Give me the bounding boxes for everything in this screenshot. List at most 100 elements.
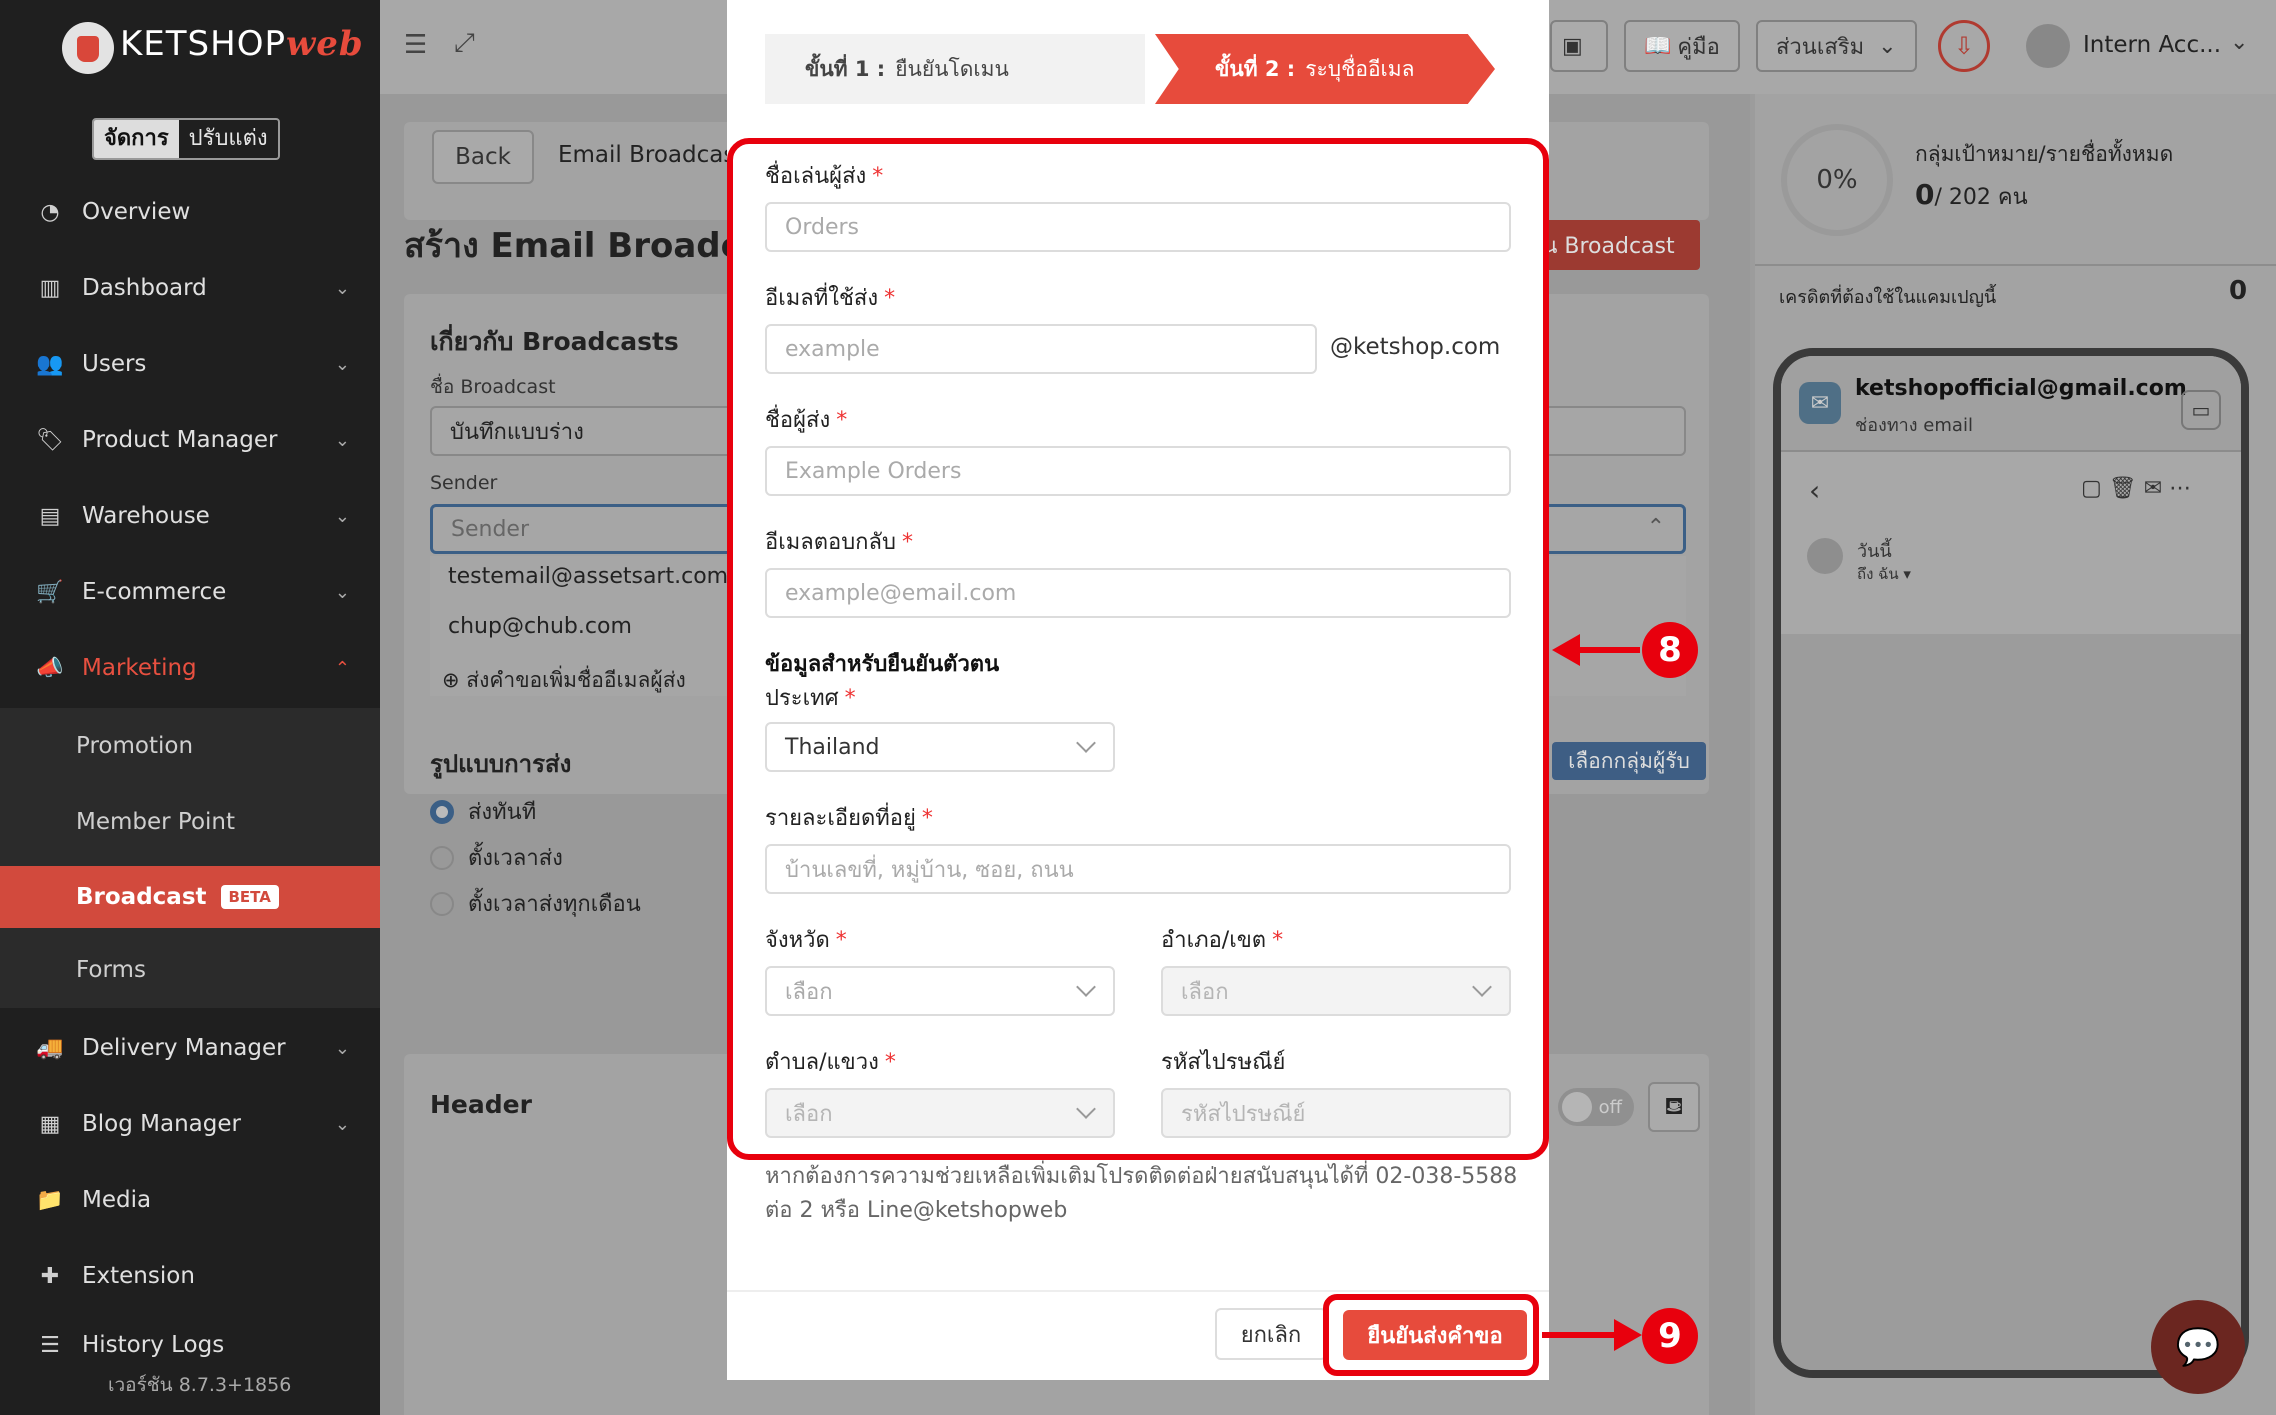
select-group-button[interactable]: เลือกกลุ่มผู้รับ — [1552, 742, 1706, 780]
desktop-icon[interactable]: ▭ — [2181, 390, 2221, 430]
avatar[interactable] — [2026, 24, 2070, 68]
back-arrow-icon[interactable]: ‹ — [1809, 474, 1820, 507]
preview-date: วันนี้ — [1857, 541, 1892, 562]
sidebar-item-blog-manager[interactable]: ▦ Blog Manager ⌄ — [0, 1086, 380, 1162]
sender-option[interactable]: chup@chub.com — [448, 614, 632, 639]
preview-channel: ช่องทาง email — [1855, 415, 1973, 436]
warehouse-icon: ▤ — [39, 503, 61, 529]
sidebar-item-extension[interactable]: ✚ Extension — [0, 1238, 380, 1314]
support-note: หากต้องการความช่วยเหลือเพิ่มเติมโปรดติดต… — [765, 1164, 1518, 1223]
chevron-down-icon: ⌄ — [334, 1037, 350, 1059]
mail-icon: ✉ — [1799, 382, 1841, 424]
radio[interactable] — [430, 891, 454, 916]
chevron-down-icon: ⌄ — [334, 429, 350, 451]
download-icon[interactable]: ⇩ — [1938, 20, 1990, 72]
sidebar-item-promotion[interactable]: Promotion — [0, 708, 380, 784]
cart-icon: 🛒 — [36, 579, 64, 605]
chevron-up-icon: ⌃ — [1646, 515, 1665, 540]
arrow-9-line — [1542, 1332, 1618, 1338]
sidebar-item-product-manager[interactable]: 🏷 Product Manager ⌄ — [0, 402, 380, 478]
sidebar-item-ecommerce[interactable]: 🛒 E-commerce ⌄ — [0, 554, 380, 630]
chevron-down-icon: ⌄ — [334, 1113, 350, 1135]
sidebar-item-media[interactable]: 📁 Media — [0, 1162, 380, 1238]
phone-preview: ✉ ketshopofficial@gmail.com ช่องทาง emai… — [1773, 348, 2249, 1378]
list-icon: ☰ — [40, 1332, 60, 1358]
back-button[interactable]: Back — [432, 130, 534, 184]
sidebar-item-marketing[interactable]: 📣 Marketing ⌃ — [0, 630, 380, 706]
broadcast-name-label: ชื่อ Broadcast — [430, 376, 556, 398]
preview-panel: 0% กลุ่มเป้าหมาย/รายชื่อทั้งหมด 0/ 202 ค… — [1755, 94, 2276, 1415]
radio[interactable] — [430, 845, 454, 870]
mode-customize[interactable]: ปรับแต่ง — [179, 120, 278, 158]
chevron-down-icon: ⌄ — [334, 277, 350, 299]
stepper: ขั้นที่ 1 : ยืนยันโดเมน ขั้นที่ 2 : ระบุชื… — [765, 34, 1510, 104]
book-icon: 📖 — [1644, 33, 1672, 59]
preview-body — [1781, 634, 2241, 1370]
send-format-title: รูปแบบการส่ง — [430, 750, 572, 778]
news-icon: ▦ — [39, 1111, 61, 1137]
sidebar-item-forms[interactable]: Forms — [0, 932, 380, 1008]
step-badge-8: 8 — [1642, 622, 1698, 678]
user-name[interactable]: Intern Acc... — [2083, 32, 2221, 58]
credit-value: 0 — [2229, 276, 2248, 306]
guide-button[interactable]: 📖 คู่มือ — [1624, 20, 1740, 72]
request-sender-link[interactable]: ⊕ ส่งคำขอเพิ่มชื่ออีเมลผู้ส่ง — [442, 664, 686, 697]
chevron-down-icon: ⌄ — [334, 353, 350, 375]
truck-icon: 🚚 — [36, 1035, 64, 1061]
pie-chart-icon: ◔ — [40, 199, 60, 225]
breadcrumb-current: Email Broadcas — [558, 142, 736, 168]
arrow-8-line — [1578, 647, 1640, 653]
chat-icon[interactable]: 💬 — [2151, 1300, 2245, 1394]
sidebar-item-users[interactable]: 👥 Users ⌄ — [0, 326, 380, 402]
highlight-form-box — [727, 138, 1549, 1160]
paint-bucket-icon[interactable]: ⛾ — [1648, 1082, 1700, 1132]
mail-icon[interactable]: ✉ — [2144, 476, 2169, 501]
target-count: 0/ 202 คน — [1915, 178, 2028, 211]
menu-collapse-icon[interactable]: ☰ — [404, 30, 427, 60]
progress-ring: 0% — [1781, 124, 1893, 236]
version-label: เวอร์ชัน 8.7.3+1856 — [108, 1374, 292, 1396]
target-label: กลุ่มเป้าหมาย/รายชื่อทั้งหมด — [1915, 142, 2174, 166]
sidebar-item-overview[interactable]: ◔ Overview — [0, 174, 380, 250]
sidebar-item-member-point[interactable]: Member Point — [0, 784, 380, 860]
megaphone-icon: 📣 — [36, 655, 64, 681]
brand-logo[interactable]: KETSHOPweb — [120, 24, 364, 64]
mode-manage[interactable]: จัดการ — [94, 120, 179, 158]
sidebar-item-delivery-manager[interactable]: 🚚 Delivery Manager ⌄ — [0, 1010, 380, 1086]
page-title: สร้าง Email Broadc — [404, 226, 741, 266]
plus-circle-icon: ⊕ — [442, 668, 467, 692]
send-option-schedule[interactable]: ตั้งเวลาส่ง — [430, 840, 563, 875]
folder-icon[interactable]: ▢ — [2081, 476, 2109, 501]
preview-toolbar: ▢ 🗑 ✉ ⋯ — [2081, 476, 2191, 501]
chevron-down-icon: ⌄ — [334, 581, 350, 603]
about-title: เกี่ยวกับ Broadcasts — [430, 327, 679, 356]
fullscreen-icon[interactable]: ⤢ — [454, 28, 475, 59]
language-icon: ▣ — [1562, 33, 1583, 59]
header-toggle[interactable]: off — [1558, 1088, 1634, 1126]
sidebar-item-warehouse[interactable]: ▤ Warehouse ⌄ — [0, 478, 380, 554]
step-1: ขั้นที่ 1 : ยืนยันโดเมน — [765, 34, 1145, 104]
cancel-button[interactable]: ยกเลิก — [1215, 1308, 1327, 1360]
preview-header — [1781, 356, 2241, 452]
send-option-monthly[interactable]: ตั้งเวลาส่งทุกเดือน — [430, 886, 641, 921]
language-button[interactable]: ▣ — [1550, 20, 1608, 72]
send-option-now[interactable]: ส่งทันที — [430, 794, 536, 829]
radio-checked[interactable] — [430, 799, 454, 824]
addons-dropdown[interactable]: ส่วนเสริม ⌄ — [1756, 20, 1917, 72]
more-icon[interactable]: ⋯ — [2169, 476, 2191, 501]
header-title: Header — [430, 1090, 532, 1119]
sender-option[interactable]: testemail@assetsart.com — [448, 564, 728, 589]
sidebar-item-broadcast[interactable]: Broadcast BETA — [0, 866, 380, 928]
footer-divider — [727, 1290, 1549, 1292]
tag-icon: 🏷 — [36, 427, 64, 453]
divider — [1755, 264, 2276, 266]
chevron-down-icon: ⌄ — [334, 505, 350, 527]
step-2: ขั้นที่ 2 : ระบุชื่ออีเมล — [1155, 34, 1495, 104]
chevron-down-icon[interactable]: ⌄ — [2230, 30, 2248, 55]
preview-recipient: ถึง ฉัน ▾ — [1857, 565, 1911, 583]
mode-toggle[interactable]: จัดการ ปรับแต่ง — [92, 118, 280, 160]
toggle-knob — [1562, 1092, 1592, 1122]
sidebar-item-dashboard[interactable]: ▥ Dashboard ⌄ — [0, 250, 380, 326]
preview-email: ketshopofficial@gmail.com — [1855, 376, 2187, 401]
trash-icon[interactable]: 🗑 — [2109, 476, 2144, 501]
